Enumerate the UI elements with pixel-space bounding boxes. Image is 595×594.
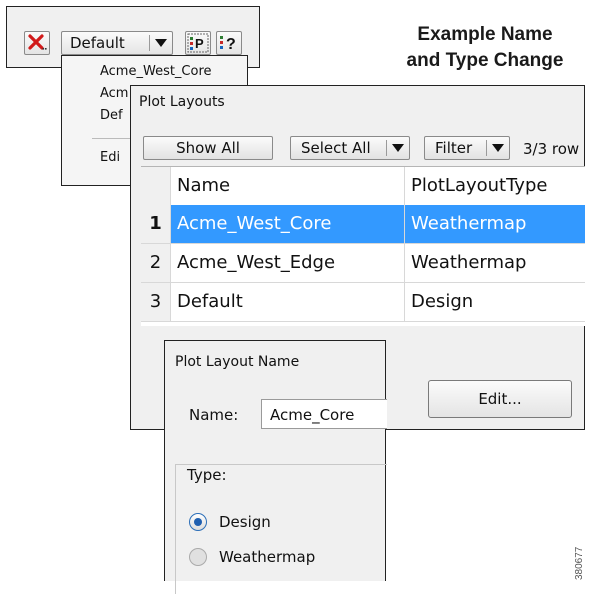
row-name[interactable]: Default <box>171 283 405 321</box>
name-input[interactable]: Acme_Core <box>261 399 387 429</box>
plot-properties-icon: P <box>187 33 209 53</box>
edit-button[interactable]: Edit... <box>428 380 572 418</box>
caption-line-2: and Type Change <box>406 50 564 71</box>
chevron-down-icon[interactable] <box>155 39 167 47</box>
filter-label: Filter <box>435 139 473 157</box>
type-label: Type: <box>187 466 227 484</box>
svg-text:?: ? <box>226 36 236 53</box>
plot-properties-button[interactable]: P <box>185 31 211 55</box>
dropdown-divider <box>386 140 387 156</box>
chevron-down-icon[interactable] <box>492 144 504 152</box>
panel-title: Plot Layout Name <box>175 354 300 370</box>
radio-weathermap[interactable]: Weathermap <box>189 548 315 566</box>
example-caption: Example Name and Type Change <box>380 22 590 74</box>
delete-button[interactable] <box>24 31 50 55</box>
figure-id: 380677 <box>574 546 585 580</box>
dropdown-divider <box>149 35 150 51</box>
menu-item-acme-west-core[interactable]: Acme_West_Core <box>100 64 212 79</box>
name-label: Name: <box>189 406 239 424</box>
svg-text:P: P <box>195 36 204 51</box>
help-icon: ? <box>220 36 236 53</box>
row-index: 2 <box>141 244 171 282</box>
header-name[interactable]: Name <box>171 167 405 205</box>
radio-design-label: Design <box>219 513 271 531</box>
table-row[interactable]: 3 Default Design <box>141 283 585 322</box>
plot-layouts-table: Name PlotLayoutType 1 Acme_West_Core Wea… <box>141 166 585 326</box>
row-type[interactable]: Design <box>405 283 585 321</box>
table-row[interactable]: 1 Acme_West_Core Weathermap <box>141 205 585 244</box>
select-all-label: Select All <box>301 139 371 157</box>
caption-line-1: Example Name <box>417 24 553 45</box>
show-all-button[interactable]: Show All <box>143 136 273 160</box>
header-plot-layout-type[interactable]: PlotLayoutType <box>405 167 585 205</box>
select-all-button[interactable]: Select All <box>290 136 410 160</box>
row-index: 1 <box>141 205 171 243</box>
radio-design[interactable]: Design <box>189 513 271 531</box>
radio-weathermap-label: Weathermap <box>219 548 316 566</box>
dropdown-divider <box>486 140 487 156</box>
plot-layouts-title: Plot Layouts <box>139 94 225 110</box>
layout-select-value: Default <box>70 34 125 52</box>
menu-item-edit[interactable]: Edi <box>100 150 120 165</box>
menu-item-default[interactable]: Def <box>100 108 123 123</box>
help-button[interactable]: ? <box>216 31 242 55</box>
row-count: 3/3 row <box>523 140 580 158</box>
plot-layout-name-panel: Plot Layout Name Name: Acme_Core Type: D… <box>164 340 387 594</box>
radio-checked-icon[interactable] <box>189 513 207 531</box>
menu-item-acme[interactable]: Acm <box>100 86 128 101</box>
filter-button[interactable]: Filter <box>424 136 510 160</box>
layout-select[interactable]: Default <box>61 31 173 55</box>
row-name[interactable]: Acme_West_Edge <box>171 244 405 282</box>
row-name[interactable]: Acme_West_Core <box>171 205 405 243</box>
red-x-icon <box>28 34 47 50</box>
row-index: 3 <box>141 283 171 321</box>
row-type[interactable]: Weathermap <box>405 205 585 243</box>
chevron-down-icon[interactable] <box>392 144 404 152</box>
header-index-cell <box>141 167 171 205</box>
table-row[interactable]: 2 Acme_West_Edge Weathermap <box>141 244 585 283</box>
radio-unchecked-icon[interactable] <box>189 548 207 566</box>
row-type[interactable]: Weathermap <box>405 244 585 282</box>
table-header-row: Name PlotLayoutType <box>141 167 585 206</box>
